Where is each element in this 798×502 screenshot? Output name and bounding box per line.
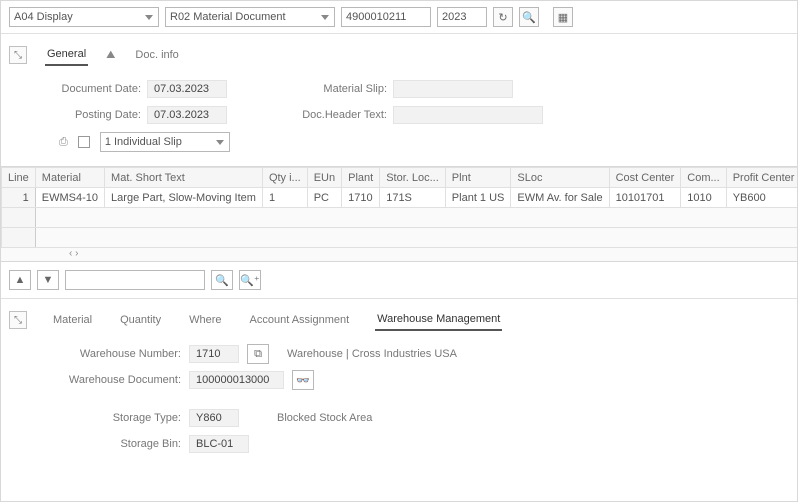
sort-asc-icon[interactable]: ▲ (9, 270, 31, 290)
doc-date-field[interactable]: 07.03.2023 (147, 80, 227, 98)
cell-material: EWMS4-10 (35, 188, 104, 208)
col-shorttext[interactable]: Mat. Short Text (105, 168, 263, 188)
col-costcenter[interactable]: Cost Center (609, 168, 681, 188)
table-row[interactable]: 1 EWMS4-10 Large Part, Slow-Moving Item … (2, 188, 798, 208)
slip-select-text: 1 Individual Slip (105, 136, 182, 148)
stor-type-desc: Blocked Stock Area (277, 412, 372, 424)
section-header-top: ⤡ General ⛰ Doc. info (1, 34, 797, 66)
wh-desc-text: Warehouse | Cross Industries USA (287, 348, 457, 360)
table-toolbar: ▲ ▼ 🔍 🔍⁺ (1, 262, 797, 298)
col-plant[interactable]: Plant (342, 168, 380, 188)
mat-slip-field[interactable] (393, 80, 513, 98)
doc-number-input[interactable] (341, 7, 431, 27)
cell-plnt: Plant 1 US (445, 188, 511, 208)
col-qty[interactable]: Qty i... (262, 168, 307, 188)
mode-select[interactable]: A04 Display (9, 7, 159, 27)
print-checkbox[interactable] (78, 136, 90, 148)
mat-slip-label: Material Slip: (277, 83, 387, 95)
wm-panel: Warehouse Number: 1710 ⧉ Warehouse | Cro… (1, 331, 797, 463)
stor-bin-field[interactable]: BLC-01 (189, 435, 249, 453)
tab-general[interactable]: General (45, 44, 88, 66)
cell-plant: 1710 (342, 188, 380, 208)
sort-desc-icon[interactable]: ▼ (37, 270, 59, 290)
col-profitcenter[interactable]: Profit Center (726, 168, 797, 188)
mode-select-text: A04 Display (14, 11, 73, 23)
col-eun[interactable]: EUn (307, 168, 341, 188)
help-icon[interactable]: ▦ (553, 7, 573, 27)
col-com[interactable]: Com... (681, 168, 726, 188)
hdr-text-field[interactable] (393, 106, 543, 124)
wh-doc-glasses-icon[interactable]: 👓 (292, 370, 314, 390)
cell-com: 1010 (681, 188, 726, 208)
post-date-label: Posting Date: (41, 109, 141, 121)
refresh-icon[interactable]: ↻ (493, 7, 513, 27)
detail-tabs: ⤡ Material Quantity Where Account Assign… (1, 298, 797, 331)
items-table: Line Material Mat. Short Text Qty i... E… (1, 167, 797, 248)
find-next-icon[interactable]: 🔍⁺ (239, 270, 261, 290)
post-date-field[interactable]: 07.03.2023 (147, 106, 227, 124)
tab-warehouse-management[interactable]: Warehouse Management (375, 309, 502, 331)
cell-costcenter: 10101701 (609, 188, 681, 208)
cell-eun: PC (307, 188, 341, 208)
slip-select[interactable]: 1 Individual Slip (100, 132, 230, 152)
col-sloc[interactable]: SLoc (511, 168, 609, 188)
col-line[interactable]: Line (2, 168, 36, 188)
collapse-top-icon[interactable]: ⤡ (9, 46, 27, 64)
col-plnt[interactable]: Plnt (445, 168, 511, 188)
table-row-empty (2, 208, 798, 228)
cell-shorttext: Large Part, Slow-Moving Item (105, 188, 263, 208)
table-row-empty (2, 228, 798, 248)
cell-qty: 1 (262, 188, 307, 208)
object-select[interactable]: R02 Material Document (165, 7, 335, 27)
col-material[interactable]: Material (35, 168, 104, 188)
table-scroll-indicator: ‹ › (69, 248, 78, 259)
find-icon[interactable]: 🔍 (211, 270, 233, 290)
tab-where[interactable]: Where (187, 310, 223, 330)
col-storloc[interactable]: Stor. Loc... (380, 168, 446, 188)
cell-storloc: 171S (380, 188, 446, 208)
tab-quantity[interactable]: Quantity (118, 310, 163, 330)
cell-sloc: EWM Av. for Sale (511, 188, 609, 208)
wh-doc-label: Warehouse Document: (51, 374, 181, 386)
wh-num-field[interactable]: 1710 (189, 345, 239, 363)
doc-date-label: Document Date: (41, 83, 141, 95)
cell-line: 1 (2, 188, 36, 208)
search-icon[interactable]: 🔍 (519, 7, 539, 27)
cell-profitcenter: YB600 (726, 188, 797, 208)
stor-bin-label: Storage Bin: (51, 438, 181, 450)
wh-num-search-icon[interactable]: ⧉ (247, 344, 269, 364)
toolbar: A04 Display R02 Material Document ↻ 🔍 ▦ (1, 1, 797, 34)
items-table-wrap: Line Material Mat. Short Text Qty i... E… (1, 166, 797, 262)
hdr-text-label: Doc.Header Text: (277, 109, 387, 121)
stor-type-field[interactable]: Y860 (189, 409, 239, 427)
print-icon[interactable]: ⎙ (59, 136, 68, 149)
tab-material[interactable]: Material (51, 310, 94, 330)
object-select-text: R02 Material Document (170, 11, 286, 23)
stor-type-label: Storage Type: (51, 412, 181, 424)
wh-doc-field[interactable]: 100000013000 (189, 371, 284, 389)
header-form: Document Date: 07.03.2023 Posting Date: … (1, 66, 797, 156)
table-header-row: Line Material Mat. Short Text Qty i... E… (2, 168, 798, 188)
tab-account-assignment[interactable]: Account Assignment (248, 310, 352, 330)
wh-num-label: Warehouse Number: (51, 348, 181, 360)
table-search-input[interactable] (65, 270, 205, 290)
tab-docinfo[interactable]: Doc. info (133, 45, 180, 65)
vendor-icon[interactable]: ⛰ (106, 49, 115, 62)
year-input[interactable] (437, 7, 487, 27)
collapse-detail-icon[interactable]: ⤡ (9, 311, 27, 329)
